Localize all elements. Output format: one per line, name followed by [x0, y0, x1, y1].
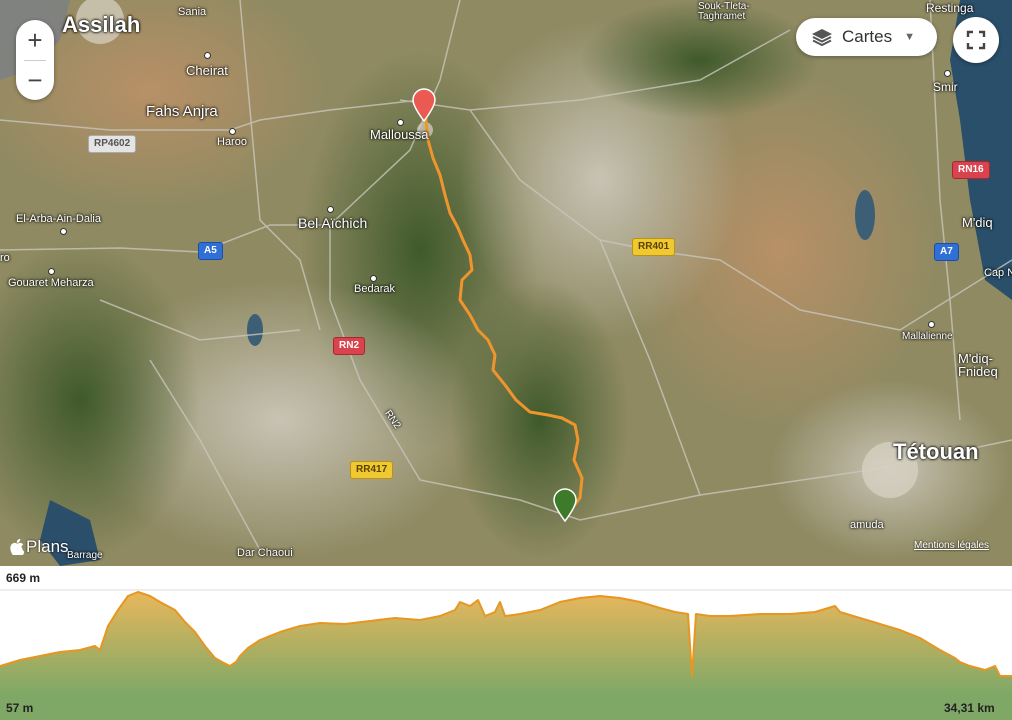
- legal-link[interactable]: Mentions légales: [914, 540, 989, 551]
- place-label: Souk-Tleta-Taghramet: [698, 1, 750, 22]
- profile-base: [0, 694, 1012, 720]
- chevron-down-icon: ▼: [904, 31, 915, 43]
- place-label: Bel Aïchich: [298, 215, 368, 231]
- place-label: Haroo: [217, 136, 247, 148]
- elevation-profile[interactable]: 669 m 57 m 34,31 km: [0, 566, 1012, 720]
- place-label: M'diq-Fnideq: [958, 351, 998, 379]
- fullscreen-icon: [966, 30, 986, 50]
- fullscreen-button[interactable]: [953, 17, 999, 63]
- place-dot: [48, 268, 55, 275]
- place-label: Cheirat: [186, 63, 228, 78]
- place-label: ro: [0, 252, 10, 264]
- place-dot: [60, 228, 67, 235]
- road-shield: A7: [934, 243, 959, 261]
- road-shield: RP4602: [88, 135, 137, 153]
- road-shield: RR401: [632, 238, 676, 256]
- zoom-control: + −: [16, 20, 54, 100]
- place-dot: [944, 70, 951, 77]
- place-label: Cap N: [984, 267, 1012, 279]
- distance-label: 34,31 km: [944, 701, 995, 715]
- map-terrain: [0, 0, 1012, 566]
- road-shield: A5: [198, 242, 223, 260]
- place-label: Sania: [178, 6, 207, 18]
- road-shield: RR417: [350, 461, 394, 479]
- place-label: Smir: [933, 80, 958, 94]
- place-label: Tétouan: [893, 439, 979, 464]
- apple-logo-icon: [10, 539, 24, 555]
- place-dot: [370, 275, 377, 282]
- place-dot: [229, 128, 236, 135]
- end-marker-icon[interactable]: [552, 488, 578, 523]
- road-shield: RN16: [952, 161, 990, 179]
- attribution-label: Plans: [26, 537, 69, 556]
- elevation-chart: [0, 589, 1012, 720]
- min-elevation-label: 57 m: [6, 701, 34, 715]
- zoom-in-button[interactable]: +: [16, 20, 54, 60]
- place-label: Dar Chaoui: [237, 547, 293, 559]
- place-label: Gouaret Meharza: [8, 277, 94, 289]
- divider: [24, 60, 46, 61]
- place-dot: [928, 321, 935, 328]
- place-label: M'diq: [962, 215, 993, 230]
- elevation-area: [0, 592, 1012, 694]
- place-label: Mallalienne: [902, 331, 953, 342]
- map-type-label: Cartes: [842, 27, 893, 46]
- place-label: Assilah: [62, 12, 141, 37]
- zoom-out-button[interactable]: −: [16, 60, 54, 100]
- map-type-button[interactable]: Cartes ▼: [796, 18, 937, 56]
- place-label: amuda: [850, 519, 884, 531]
- place-label: Malloussa: [370, 127, 429, 142]
- place-label: Fahs Anjra: [146, 103, 218, 120]
- place-dot: [327, 206, 334, 213]
- road-shield: RN2: [333, 337, 366, 355]
- place-label: Bedarak: [354, 283, 395, 295]
- place-dot: [204, 52, 211, 59]
- layers-icon: [810, 27, 834, 47]
- max-elevation-label: 669 m: [6, 571, 41, 585]
- start-marker-icon[interactable]: [411, 88, 437, 123]
- map-view[interactable]: Assilah Tétouan Sania Cheirat Fahs Anjra…: [0, 0, 1012, 566]
- map-attribution: Plans: [10, 537, 69, 557]
- place-dot: [397, 119, 404, 126]
- place-label: El-Arba-Ain-Dalia: [16, 213, 101, 225]
- place-label: Restinga: [926, 1, 974, 15]
- place-label: Barrage: [67, 550, 103, 561]
